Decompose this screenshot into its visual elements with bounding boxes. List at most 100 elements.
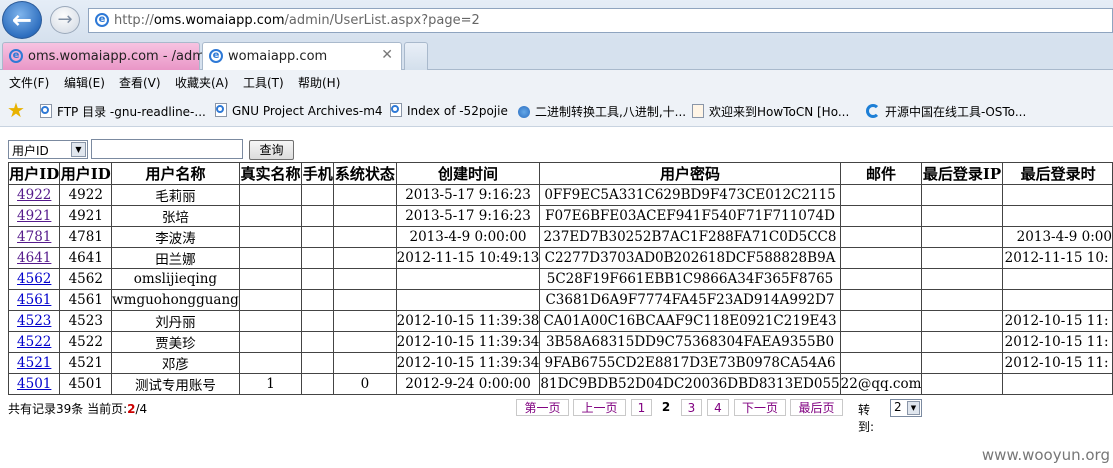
table-row: 4501 4501 测试专用账号 1 0 2012-9-24 0:00:00 81DC9BD… bbox=[7, 373, 1113, 395]
favorite-item[interactable]: 欢迎来到HowToCN [Ho... bbox=[692, 103, 849, 120]
table-row: 4561 4561 wmguohongguang C3681D6A9F7774FA45… bbox=[7, 289, 1113, 311]
c-icon bbox=[866, 104, 880, 118]
menu-favorites[interactable]: 收藏夹(A) bbox=[175, 74, 229, 91]
ie-page-icon: e bbox=[95, 13, 109, 27]
user-detail-link[interactable]: 4781 bbox=[17, 229, 51, 245]
table-row: 4781 4781 李波涛 2013-4-9 0:00:00 237ED7B30252B… bbox=[7, 226, 1113, 248]
next-page-button[interactable]: 下一页 bbox=[734, 399, 786, 416]
menu-help[interactable]: 帮助(H) bbox=[298, 74, 340, 91]
table-cell-status bbox=[333, 247, 397, 269]
new-tab-button[interactable] bbox=[404, 42, 428, 70]
page-link-4[interactable]: 4 bbox=[707, 399, 729, 416]
tab-bar: e oms.womaiapp.com - /adm... e womaiapp.… bbox=[0, 40, 1113, 70]
table-cell-link: 4561 bbox=[7, 289, 61, 311]
table-cell-email bbox=[839, 184, 923, 206]
column-header[interactable]: 用户ID bbox=[7, 162, 61, 185]
table-cell-id: 4522 bbox=[59, 331, 113, 353]
search-field-select[interactable]: 用户ID ▼ bbox=[8, 140, 88, 159]
user-detail-link[interactable]: 4522 bbox=[17, 334, 51, 350]
favorite-item[interactable]: 开源中国在线工具-OSTo... bbox=[866, 103, 1026, 120]
menu-bar: 文件(F) 编辑(E) 查看(V) 收藏夹(A) 工具(T) 帮助(H) bbox=[0, 70, 1113, 94]
table-cell-phone bbox=[301, 205, 335, 227]
table-cell-ip bbox=[921, 373, 1003, 395]
table-cell-created bbox=[395, 268, 541, 290]
table-cell-last bbox=[1001, 205, 1113, 227]
table-cell-last bbox=[1001, 289, 1113, 311]
user-detail-link[interactable]: 4562 bbox=[17, 271, 51, 287]
column-header: 最后登录时 bbox=[1001, 162, 1113, 185]
page-link-1[interactable]: 1 bbox=[631, 399, 652, 416]
menu-file[interactable]: 文件(F) bbox=[9, 74, 49, 91]
table-cell-pwd: C3681D6A9F7774FA45F23AD914A992D7 bbox=[539, 289, 841, 311]
table-cell-real bbox=[238, 184, 303, 206]
table-cell-name: 贾美珍 bbox=[111, 331, 240, 353]
table-cell-created: 2012-11-15 10:49:13 bbox=[395, 247, 541, 269]
table-cell-phone bbox=[301, 310, 335, 332]
table-row: 4641 4641 田兰娜 2012-11-15 10:49:13 C2277D3703… bbox=[7, 247, 1113, 269]
favorite-item[interactable]: Index of -52pojie bbox=[390, 103, 508, 118]
arrow-left-icon: ← bbox=[11, 6, 33, 34]
user-detail-link[interactable]: 4501 bbox=[17, 376, 51, 392]
user-detail-link[interactable]: 4922 bbox=[17, 187, 51, 203]
table-cell-status bbox=[333, 352, 397, 374]
menu-view[interactable]: 查看(V) bbox=[119, 74, 161, 91]
column-header: 真实名称 bbox=[238, 162, 303, 185]
record-summary: 共有记录39条 当前页:2/4 bbox=[8, 402, 148, 416]
table-cell-name: 刘丹丽 bbox=[111, 310, 240, 332]
user-detail-link[interactable]: 4523 bbox=[17, 313, 51, 329]
table-cell-link: 4922 bbox=[7, 184, 61, 206]
table-cell-ip bbox=[921, 289, 1003, 311]
favorite-item[interactable]: 二进制转换工具,八进制,十... bbox=[518, 103, 686, 120]
address-text[interactable]: http://oms.womaiapp.com/admin/UserList.a… bbox=[114, 13, 480, 28]
search-button[interactable]: 查询 bbox=[249, 140, 294, 160]
favorite-item[interactable]: GNU Project Archives-m4 bbox=[215, 103, 383, 118]
favorites-bar: ★ FTP 目录 -gnu-readline-... GNU Project A… bbox=[0, 94, 1113, 127]
navigation-bar: ← → e http://oms.womaiapp.com/admin/User… bbox=[0, 0, 1113, 40]
menu-edit[interactable]: 编辑(E) bbox=[64, 74, 105, 91]
table-cell-created: 2013-4-9 0:00:00 bbox=[395, 226, 541, 248]
user-detail-link[interactable]: 4561 bbox=[17, 292, 51, 308]
table-cell-created bbox=[395, 289, 541, 311]
table-cell-id: 4921 bbox=[59, 205, 113, 227]
favorites-star-icon[interactable]: ★ bbox=[7, 100, 25, 120]
table-cell-pwd: 3B58A68315DD9C75368304FAEA9355B0 bbox=[539, 331, 841, 353]
page-icon bbox=[215, 103, 227, 117]
table-cell-id: 4521 bbox=[59, 352, 113, 374]
table-cell-pwd: 0FF9EC5A331C629BD9F473CE012C2115 bbox=[539, 184, 841, 206]
table-cell-id: 4523 bbox=[59, 310, 113, 332]
forward-button[interactable]: → bbox=[50, 6, 80, 34]
favorite-item[interactable]: FTP 目录 -gnu-readline-... bbox=[40, 103, 206, 120]
table-cell-phone bbox=[301, 373, 335, 395]
goto-page-select[interactable]: 2 ▼ bbox=[890, 399, 922, 417]
table-cell-created: 2012-10-15 11:39:34 bbox=[395, 331, 541, 353]
table-cell-created: 2012-10-15 11:39:38 bbox=[395, 310, 541, 332]
first-page-button[interactable]: 第一页 bbox=[516, 399, 569, 416]
table-cell-real: 1 bbox=[238, 373, 303, 395]
close-tab-icon[interactable]: ✕ bbox=[381, 47, 393, 63]
table-cell-link: 4521 bbox=[7, 352, 61, 374]
tab-womaiapp[interactable]: e womaiapp.com ✕ bbox=[202, 42, 402, 70]
table-row: 4921 4921 张培 2013-5-17 9:16:23 F07E6BFE03ACE… bbox=[7, 205, 1113, 227]
table-cell-status bbox=[333, 268, 397, 290]
search-input[interactable] bbox=[91, 139, 243, 159]
prev-page-button[interactable]: 上一页 bbox=[573, 399, 626, 416]
user-detail-link[interactable]: 4641 bbox=[17, 250, 51, 266]
last-page-button[interactable]: 最后页 bbox=[790, 399, 843, 416]
menu-tools[interactable]: 工具(T) bbox=[243, 74, 284, 91]
table-cell-ip bbox=[921, 205, 1003, 227]
address-bar[interactable]: e http://oms.womaiapp.com/admin/UserList… bbox=[88, 8, 1113, 33]
ie-page-icon: e bbox=[209, 49, 223, 63]
table-cell-created: 2013-5-17 9:16:23 bbox=[395, 184, 541, 206]
user-detail-link[interactable]: 4521 bbox=[17, 355, 51, 371]
page-link-3[interactable]: 3 bbox=[681, 399, 702, 416]
table-cell-email bbox=[839, 310, 923, 332]
back-button[interactable]: ← bbox=[2, 1, 42, 39]
table-cell-email bbox=[839, 226, 923, 248]
user-detail-link[interactable]: 4921 bbox=[17, 208, 51, 224]
table-cell-ip bbox=[921, 268, 1003, 290]
table-cell-email bbox=[839, 247, 923, 269]
chevron-down-icon: ▼ bbox=[71, 142, 86, 157]
tab-oms[interactable]: e oms.womaiapp.com - /adm... bbox=[2, 42, 217, 70]
browser-chrome: ← → e http://oms.womaiapp.com/admin/User… bbox=[0, 0, 1113, 127]
table-cell-real bbox=[238, 310, 303, 332]
